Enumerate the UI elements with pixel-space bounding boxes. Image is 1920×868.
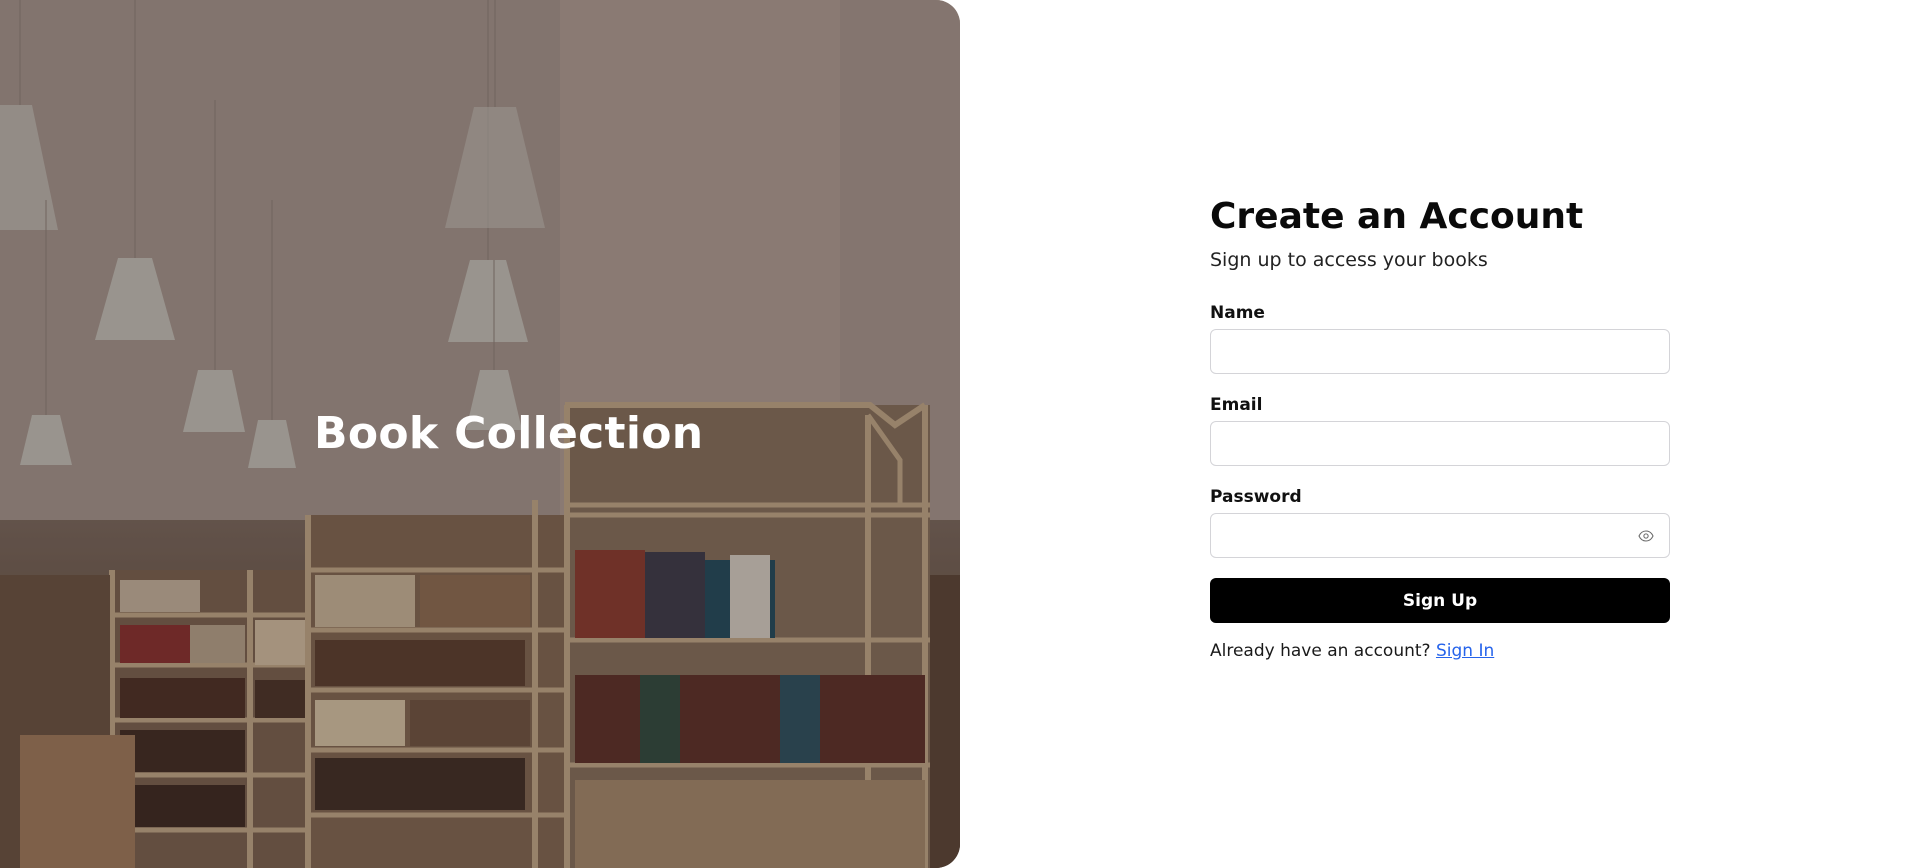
hero-title: Book Collection (314, 408, 704, 459)
eye-icon[interactable] (1637, 528, 1655, 544)
name-input-box[interactable] (1210, 329, 1670, 374)
email-input[interactable] (1211, 422, 1669, 465)
name-label: Name (1210, 303, 1265, 323)
email-input-box[interactable] (1210, 421, 1670, 466)
name-input[interactable] (1211, 330, 1669, 373)
signin-prompt-row: Already have an account? Sign In (1210, 641, 1670, 661)
password-label: Password (1210, 487, 1302, 507)
email-field-group: Email (1210, 394, 1670, 466)
sign-up-button[interactable]: Sign Up (1210, 578, 1670, 623)
password-input-box[interactable] (1210, 513, 1670, 558)
signup-page: Book Collection Create an Account Sign u… (0, 0, 1920, 868)
form-subtitle: Sign up to access your books (1210, 249, 1488, 271)
name-field-group: Name (1210, 302, 1670, 374)
hero-panel: Book Collection (0, 0, 960, 868)
password-field-group: Password (1210, 486, 1670, 558)
password-input[interactable] (1211, 514, 1669, 557)
email-label: Email (1210, 395, 1263, 415)
signin-prompt-text: Already have an account? (1210, 641, 1431, 661)
signup-form: Create an Account Sign up to access your… (1210, 190, 1670, 661)
form-title: Create an Account (1210, 196, 1584, 237)
sign-in-link[interactable]: Sign In (1436, 641, 1494, 661)
